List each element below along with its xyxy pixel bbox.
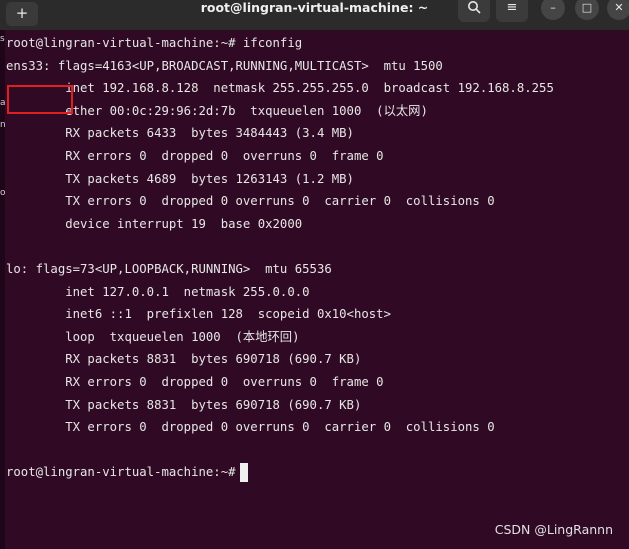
prompt-line[interactable]: root@lingran-virtual-machine:~# <box>6 461 626 484</box>
terminal-line: TX packets 8831 bytes 690718 (690.7 KB) <box>6 397 362 412</box>
maximize-icon: □ <box>581 1 593 14</box>
window-title: root@lingran-virtual-machine: ~ <box>200 0 429 15</box>
minimize-button[interactable]: – <box>541 0 565 20</box>
terminal-line: RX errors 0 dropped 0 overruns 0 frame 0 <box>6 148 384 163</box>
terminal-line: loop txqueuelen 1000 (本地环回) <box>6 329 300 344</box>
terminal-output[interactable]: root@lingran-virtual-machine:~# ifconfig… <box>6 32 626 502</box>
close-button[interactable]: ✕ <box>607 0 629 20</box>
edge-fragment: n <box>0 120 6 130</box>
terminal-window: + root@lingran-virtual-machine: ~ ≡ – □ … <box>0 0 629 549</box>
terminal-line: TX packets 4689 bytes 1263143 (1.2 MB) <box>6 171 354 186</box>
terminal-line: inet 192.168.8.128 netmask 255.255.255.0… <box>6 81 554 96</box>
minimize-icon: – <box>550 1 556 14</box>
new-tab-button[interactable]: + <box>6 2 38 26</box>
title-bar: + root@lingran-virtual-machine: ~ ≡ – □ … <box>0 0 629 30</box>
terminal-line: inet6 ::1 prefixlen 128 scopeid 0x10<hos… <box>6 307 391 322</box>
terminal-line: ether 00:0c:29:96:2d:7b txqueuelen 1000 … <box>6 103 428 118</box>
edge-fragment: o <box>0 188 6 198</box>
shell-prompt: root@lingran-virtual-machine:~# <box>6 465 236 480</box>
maximize-button[interactable]: □ <box>575 0 599 20</box>
terminal-line: TX errors 0 dropped 0 overruns 0 carrier… <box>6 194 495 209</box>
background-window-edge: s a n o <box>0 30 6 549</box>
terminal-line: lo: flags=73<UP,LOOPBACK,RUNNING> mtu 65… <box>6 261 332 276</box>
menu-button[interactable]: ≡ <box>496 0 528 22</box>
watermark: CSDN @LingRannn <box>494 522 613 537</box>
terminal-line: RX packets 6433 bytes 3484443 (3.4 MB) <box>6 126 354 141</box>
edge-fragment: s <box>0 34 5 44</box>
terminal-line: RX packets 8831 bytes 690718 (690.7 KB) <box>6 352 362 367</box>
edge-fragment: a <box>0 98 6 108</box>
terminal-line: TX errors 0 dropped 0 overruns 0 carrier… <box>6 420 495 435</box>
terminal-line: device interrupt 19 base 0x2000 <box>6 216 303 231</box>
terminal-line: RX errors 0 dropped 0 overruns 0 frame 0 <box>6 374 384 389</box>
terminal-line: ens33: flags=4163<UP,BROADCAST,RUNNING,M… <box>6 58 443 73</box>
hamburger-menu-icon: ≡ <box>506 0 518 15</box>
terminal-line: inet 127.0.0.1 netmask 255.0.0.0 <box>6 284 310 299</box>
search-button[interactable] <box>458 0 490 22</box>
text-cursor <box>239 463 248 483</box>
terminal-line: root@lingran-virtual-machine:~# ifconfig <box>6 36 303 50</box>
plus-icon: + <box>15 4 29 22</box>
close-icon: ✕ <box>614 1 624 14</box>
search-icon <box>467 0 481 15</box>
